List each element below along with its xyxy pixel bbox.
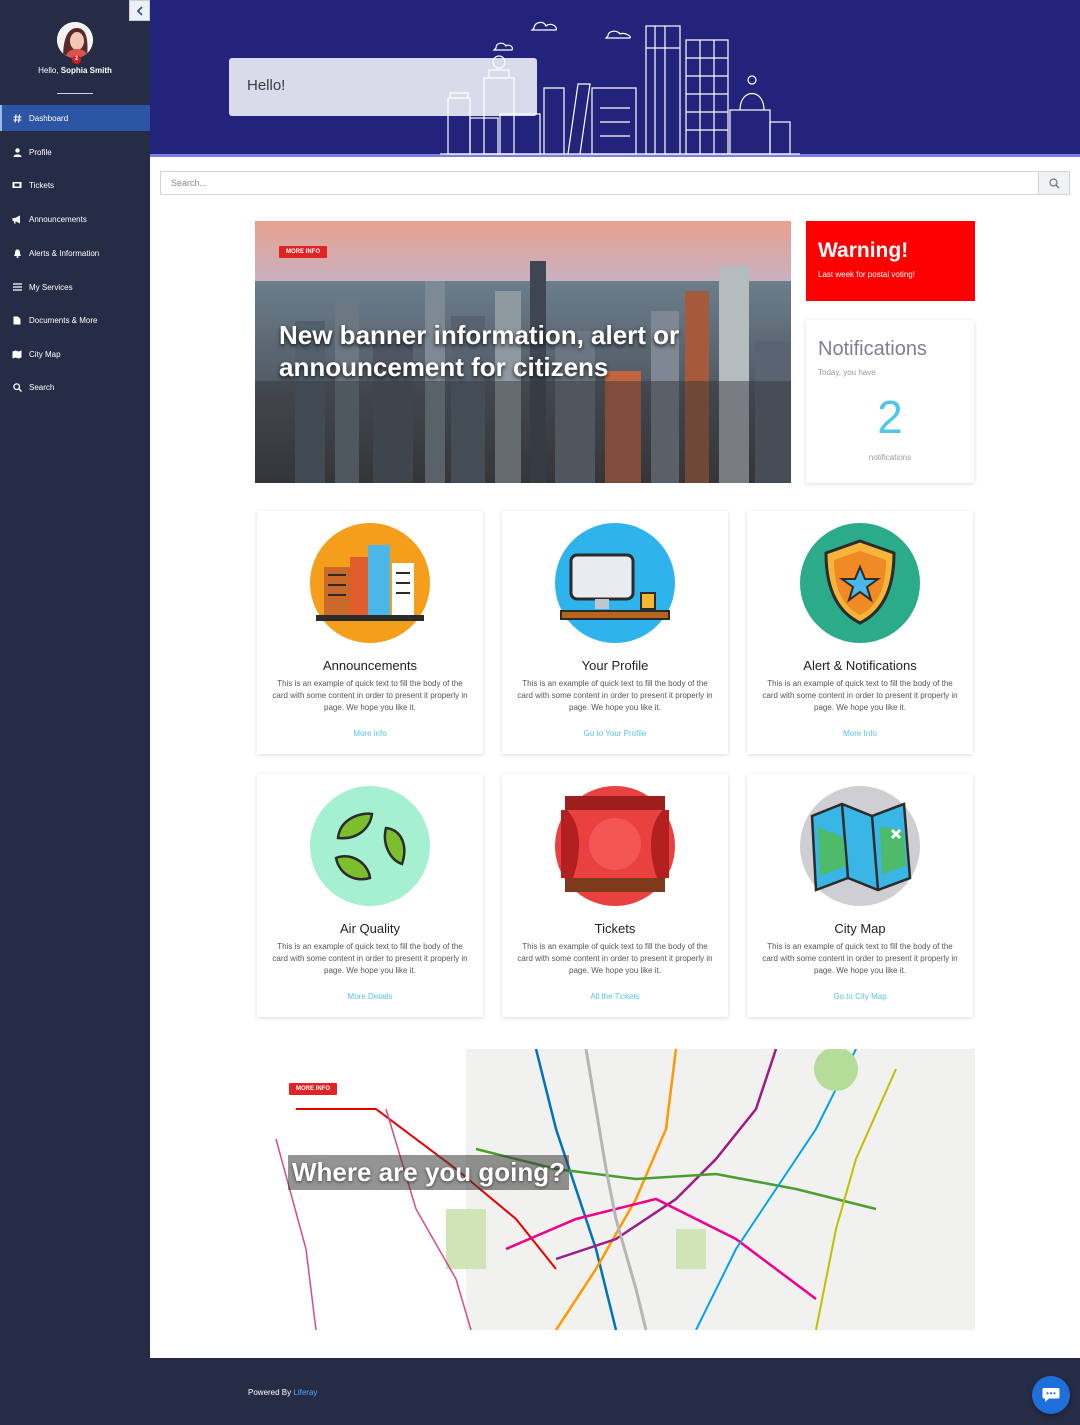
sidebar-item-label: Profile [29,147,52,157]
card-text: This is an example of quick text to fill… [762,942,958,975]
notifications-subtitle: Today, you have [818,368,876,377]
card-announcements[interactable]: Announcements This is an example of quic… [257,511,483,754]
leaves-icon [310,786,430,906]
card-your-profile[interactable]: Your Profile This is an example of quick… [502,511,728,754]
chat-bubble-icon [1042,1388,1060,1402]
sidebar-item-label: City Map [29,349,61,359]
sidebar-item-profile[interactable]: Profile [0,139,150,165]
search-button[interactable] [1038,171,1070,195]
sidebar-item-label: Tickets [29,180,55,190]
featured-banner[interactable]: MORE INFO New banner information, alert … [255,221,791,483]
list-icon [12,282,22,292]
card-city-map[interactable]: City Map This is an example of quick tex… [747,774,973,1017]
card-link[interactable]: Go to City Map [747,992,973,1001]
sidebar-item-label: Dashboard [29,113,69,123]
card-link[interactable]: More Details [257,992,483,1001]
notifications-title: Notifications [818,338,927,360]
divider [57,93,93,94]
sidebar-item-my-services[interactable]: My Services [0,274,150,300]
city-skyline-illustration [440,21,800,155]
sidebar-collapse-button[interactable] [129,0,150,21]
search-icon [1048,177,1059,188]
search-icon [12,382,22,392]
card-title: Announcements [323,658,417,673]
buildings-icon [310,523,430,643]
map-banner-title: Where are you going? [288,1155,570,1190]
card-alert-notifications[interactable]: Alert & Notifications This is an example… [747,511,973,754]
computer-desk-icon [555,523,675,643]
sidebar-item-documents[interactable]: Documents & More [0,307,150,333]
card-text: This is an example of quick text to fill… [517,942,713,975]
user-greeting: Hello, Sophia Smith [0,66,150,75]
sidebar-item-dashboard[interactable]: Dashboard [0,105,150,131]
card-title: Alert & Notifications [803,658,917,673]
notifications-card[interactable]: Notifications Today, you have 2 notifica… [806,320,974,483]
warning-text: Last week for postal voting! [818,270,915,279]
powered-by-text: Powered By [248,1388,292,1397]
card-title: Your Profile [581,658,649,673]
card-title: Air Quality [340,921,400,936]
notifications-count: 2 [877,391,903,443]
card-title: City Map [834,921,886,936]
warning-title: Warning! [818,239,909,262]
greeting-prefix: Hello, [38,66,59,75]
sidebar-item-label: Documents & More [29,315,98,325]
warning-card[interactable]: Warning! Last week for postal voting! [806,221,975,301]
map-icon [12,349,22,359]
sidebar-item-tickets[interactable]: Tickets [0,172,150,198]
sidebar: 2 Hello, Sophia Smith Dashboard Profile … [0,0,150,1358]
footer: Powered By Liferay [0,1358,1080,1425]
user-name: Sophia Smith [60,66,112,75]
card-text: This is an example of quick text to fill… [517,679,713,712]
map-banner[interactable]: MORE INFO Where are you going? [256,1049,975,1330]
card-link[interactable]: All the Tickets [502,992,728,1001]
notifications-label: notifications [868,453,912,462]
card-text: This is an example of quick text to fill… [762,679,958,712]
sidebar-item-announcements[interactable]: Announcements [0,206,150,232]
more-info-tag[interactable]: MORE INFO [279,246,327,258]
card-link[interactable]: More Info [747,729,973,738]
card-text: This is an example of quick text to fill… [272,679,468,712]
avatar[interactable] [57,22,93,58]
sidebar-item-search[interactable]: Search [0,374,150,400]
liferay-link[interactable]: Liferay [293,1388,317,1397]
theater-curtain-icon [555,786,675,906]
card-tickets[interactable]: Tickets This is an example of quick text… [502,774,728,1017]
sidebar-item-alerts[interactable]: Alerts & Information [0,240,150,266]
card-air-quality[interactable]: Air Quality This is an example of quick … [257,774,483,1017]
notification-badge: 2 [72,55,81,64]
megaphone-icon [12,214,22,224]
sidebar-item-city-map[interactable]: City Map [0,341,150,367]
card-link[interactable]: More info [257,729,483,738]
shield-star-icon [800,523,920,643]
footer-credit: Powered By Liferay [248,1388,317,1397]
sidebar-item-label: Search [29,382,55,392]
chat-button[interactable] [1032,1376,1070,1414]
hash-icon [12,113,22,123]
sidebar-item-label: Alerts & Information [29,248,100,258]
more-info-tag[interactable]: MORE INFO [289,1083,337,1095]
card-text: This is an example of quick text to fill… [272,942,468,975]
search-input[interactable]: Search... [160,171,1038,195]
document-icon [12,315,22,325]
sidebar-item-label: My Services [29,282,73,292]
card-title: Tickets [594,921,636,936]
card-link[interactable]: Go to Your Profile [502,729,728,738]
chevron-left-icon [136,5,143,16]
sidebar-item-label: Announcements [29,214,87,224]
user-icon [12,147,22,157]
bell-icon [12,248,22,258]
folded-map-icon [800,786,920,906]
ticket-icon [12,180,22,190]
banner-title: New banner information, alert or announc… [279,320,680,382]
